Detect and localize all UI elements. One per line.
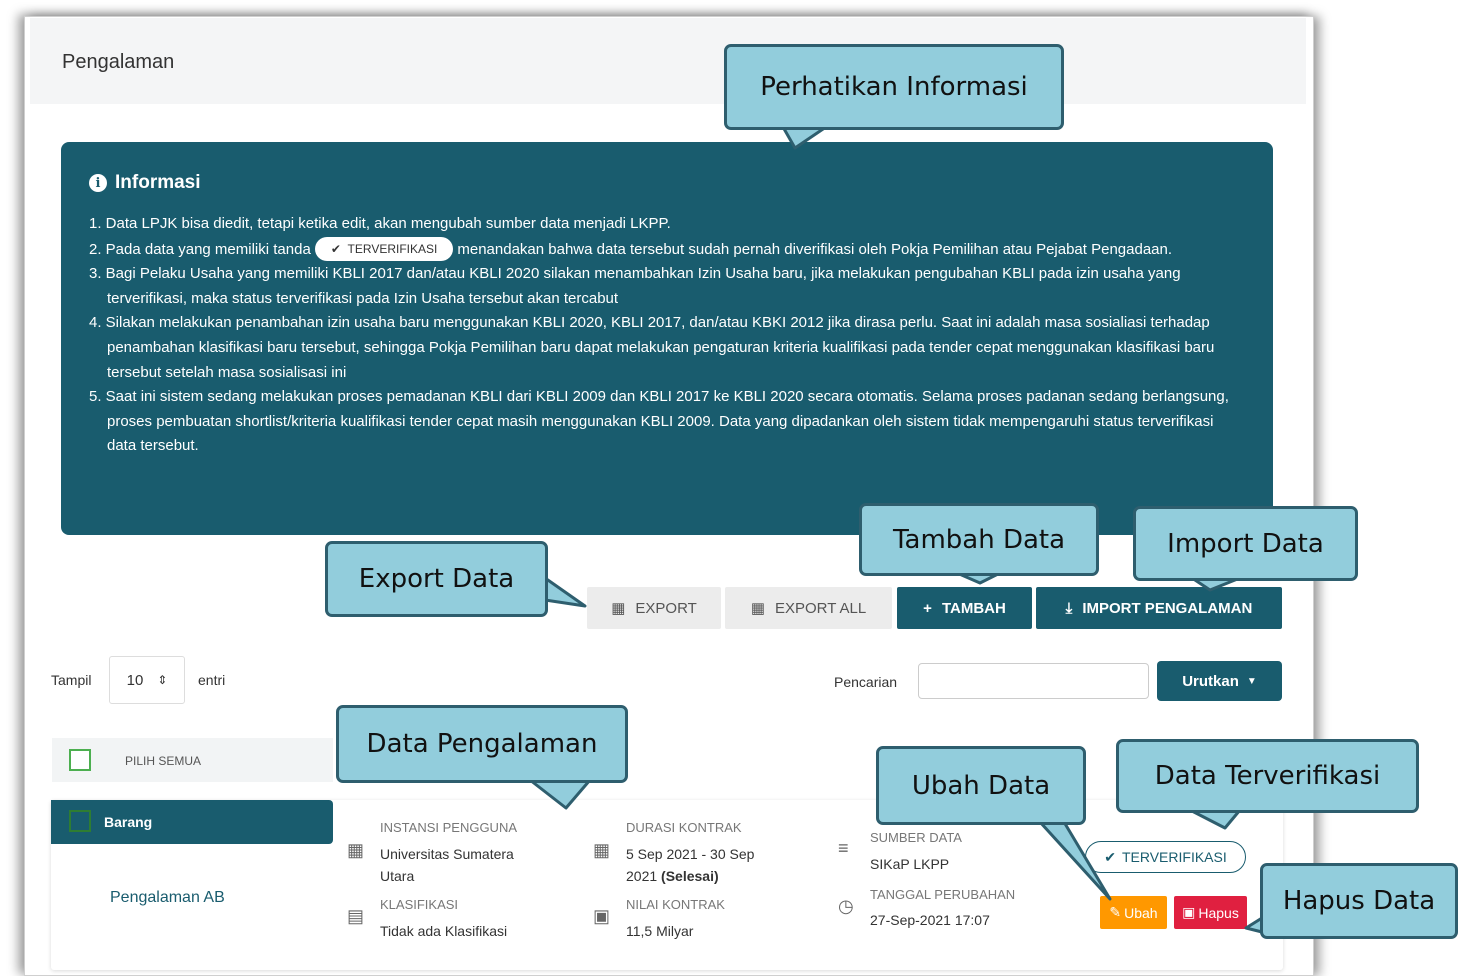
tail-perhatikan: [781, 125, 828, 150]
tail-export: [543, 576, 587, 608]
callout-import-data: Import Data: [1133, 506, 1358, 581]
tail-ubah: [1038, 820, 1112, 901]
tail-data-pengalaman: [528, 778, 592, 810]
callout-tails: [528, 125, 1264, 934]
screenshot-stage: Pengalaman i Informasi 1. Data LPJK bisa…: [0, 0, 1460, 976]
callout-ubah-data: Ubah Data: [876, 746, 1086, 825]
callout-tambah-data: Tambah Data: [859, 503, 1099, 576]
callout-hapus-data: Hapus Data: [1260, 863, 1458, 939]
callout-data-pengalaman: Data Pengalaman: [336, 705, 628, 783]
callout-data-terverifikasi: Data Terverifikasi: [1116, 739, 1419, 813]
callout-export-data: Export Data: [325, 541, 548, 617]
callout-perhatikan-informasi: Perhatikan Informasi: [724, 44, 1064, 130]
